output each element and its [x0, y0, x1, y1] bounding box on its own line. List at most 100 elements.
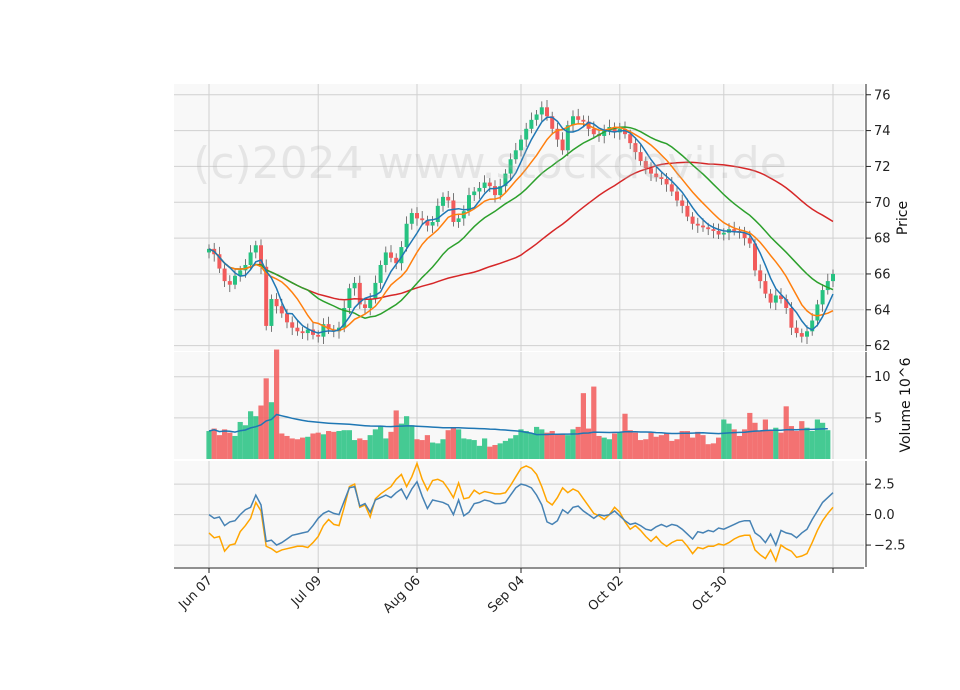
volume-bar	[679, 431, 685, 459]
volume-bar	[768, 430, 774, 459]
volume-bar	[508, 438, 514, 459]
candle-body	[269, 299, 274, 326]
volume-bar	[305, 436, 311, 459]
volume-bar	[346, 430, 352, 459]
volume-bar	[757, 431, 763, 459]
volume-bar	[794, 431, 800, 459]
candle-body	[285, 313, 289, 323]
volume-bar	[809, 431, 815, 459]
volume-bar	[216, 435, 222, 459]
volume-bar	[674, 439, 680, 459]
volume-tick-label: 10	[874, 370, 891, 385]
volume-bar	[237, 421, 243, 459]
volume-bar	[352, 440, 358, 459]
volume-bar	[502, 440, 508, 459]
volume-bar	[612, 433, 618, 459]
candle-body	[347, 288, 352, 308]
volume-tick-label: 5	[874, 411, 882, 426]
volume-bar	[289, 438, 295, 459]
volume-bar	[658, 435, 664, 459]
candle-body	[753, 243, 757, 271]
candle-body	[363, 304, 367, 308]
candle-body	[253, 245, 258, 253]
volume-bar	[575, 426, 581, 459]
volume-bar	[653, 436, 659, 459]
volume-bar	[747, 412, 753, 459]
candle-body	[456, 218, 461, 222]
volume-bar	[778, 432, 784, 459]
volume-bar	[804, 427, 810, 459]
watermark-text: (c)2024 www.stockdevil.de	[193, 138, 787, 189]
volume-bar	[206, 431, 212, 459]
candle-body	[233, 275, 237, 285]
price-axis-title: Price	[895, 201, 911, 235]
volume-bar	[742, 429, 748, 459]
candle-body	[680, 200, 685, 206]
candle-body	[773, 295, 778, 303]
volume-bar	[482, 438, 488, 459]
volume-bar	[404, 416, 410, 459]
volume-bar	[398, 423, 404, 459]
volume-bar	[669, 440, 675, 459]
candle-body	[264, 266, 269, 326]
candle-body	[441, 196, 445, 206]
volume-bar	[279, 433, 285, 459]
volume-bar	[814, 419, 820, 459]
volume-bar	[716, 437, 722, 459]
volume-bar	[684, 431, 690, 459]
candle-body	[539, 107, 544, 115]
x-tick-label: Oct 30	[690, 573, 731, 614]
volume-bar	[497, 443, 503, 459]
volume-bar	[617, 432, 623, 459]
price-tick-label: 64	[874, 303, 891, 318]
candle-body	[690, 216, 695, 224]
candle-body	[815, 304, 820, 321]
volume-bar	[372, 429, 378, 459]
volume-bar	[419, 440, 425, 459]
volume-bar	[320, 434, 326, 459]
candle-body	[316, 334, 321, 337]
candle-body	[274, 299, 279, 307]
volume-bar	[222, 429, 228, 459]
volume-bar	[606, 439, 612, 459]
candle-body	[472, 191, 477, 196]
candle-body	[747, 238, 752, 244]
candle-body	[701, 225, 705, 228]
volume-bar	[393, 410, 399, 459]
volume-bar	[492, 445, 498, 459]
price-tick-label: 70	[874, 196, 891, 211]
candle-body	[415, 213, 419, 219]
volume-bar	[705, 444, 711, 459]
candle-body	[383, 252, 388, 265]
candle-body	[451, 200, 456, 222]
volume-bar	[227, 432, 233, 459]
candle-body	[295, 327, 300, 332]
volume-bar	[565, 435, 571, 459]
candle-body	[695, 223, 700, 226]
volume-bar	[752, 422, 758, 459]
candle-body	[435, 205, 440, 222]
volume-bar	[825, 430, 831, 459]
volume-bar	[487, 446, 493, 459]
candle-body	[820, 290, 825, 305]
volume-bar	[596, 435, 602, 459]
volume-bar	[643, 439, 649, 459]
volume-bar	[762, 419, 768, 459]
candle-body	[768, 293, 773, 303]
candle-body	[805, 331, 809, 337]
price-tick-label: 72	[874, 160, 891, 175]
volume-bar	[799, 421, 805, 459]
volume-bar	[648, 432, 654, 459]
candle-body	[685, 205, 690, 217]
volume-bar	[622, 413, 628, 459]
volume-bar	[523, 431, 529, 459]
volume-bar	[466, 439, 472, 459]
stock-chart: (c)2024 www.stockdevil.de 62 64 66 68 70 72 74…	[0, 0, 960, 690]
volume-bar	[554, 434, 560, 459]
volume-bar	[315, 432, 321, 459]
candle-body	[222, 268, 227, 282]
volume-bar	[591, 386, 597, 459]
x-tick-label: Sep 04	[485, 573, 528, 616]
candle-body	[227, 281, 232, 285]
volume-bar	[253, 416, 259, 459]
